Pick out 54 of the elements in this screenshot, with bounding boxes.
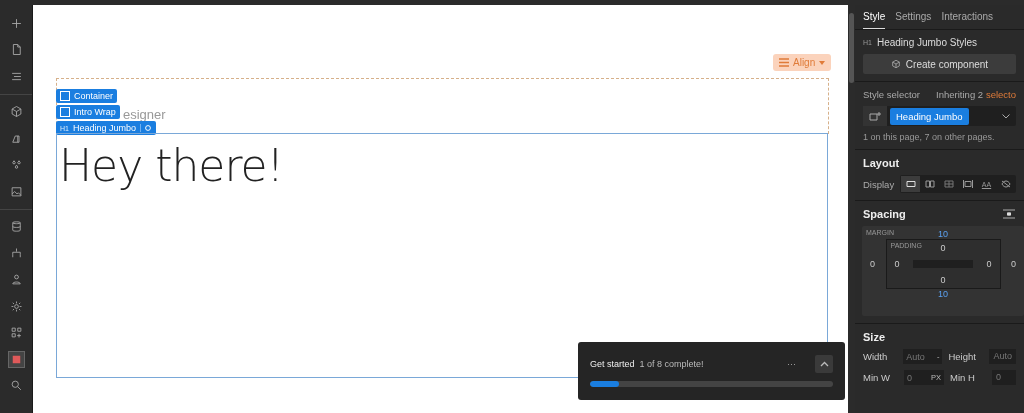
cube-icon	[890, 59, 901, 69]
panel-tab[interactable]: Interactions	[941, 11, 994, 29]
panel-tab[interactable]: Settings	[895, 11, 932, 29]
section-title: Size	[863, 331, 886, 343]
block-icon	[905, 180, 916, 188]
margin-left-value[interactable]: 0	[870, 259, 875, 269]
selector-field[interactable]: Heading Jumbo	[863, 106, 1016, 126]
scrollbar[interactable]	[849, 13, 854, 83]
grid-icon	[943, 180, 954, 188]
heading-text: Hey there!	[59, 140, 285, 191]
padding-right-value[interactable]: 0	[986, 259, 992, 269]
element-label[interactable]: Container	[56, 89, 118, 103]
size-label: Min H	[949, 372, 976, 383]
size-label: Width	[863, 351, 889, 362]
padding-left-value[interactable]: 0	[894, 259, 900, 269]
style-selector-label: Style selector	[863, 89, 921, 100]
none-icon	[1000, 180, 1011, 188]
onboarding-title: Get started	[590, 359, 635, 369]
panel-tab[interactable]: Style	[863, 11, 886, 29]
size-field[interactable]: Auto	[989, 349, 1016, 364]
section-title: Layout	[863, 157, 901, 169]
display-block-button[interactable]	[901, 176, 920, 192]
flex-icon	[924, 180, 935, 188]
progress-text: 1 of 8 complete!	[639, 359, 705, 369]
collapse-button[interactable]	[815, 355, 833, 373]
inline-block-icon	[962, 180, 973, 188]
size-label: Min W	[863, 372, 891, 383]
subtitle-text: esigner	[123, 107, 166, 122]
margin-right-value[interactable]: 0	[1011, 259, 1016, 269]
caret-icon	[1002, 113, 1010, 119]
selectors-link[interactable]: selecto	[985, 89, 1016, 100]
element-label[interactable]: Intro Wrap	[56, 105, 120, 119]
more-button[interactable]: ···	[781, 358, 802, 370]
margin-bottom-value[interactable]: 10	[938, 289, 948, 299]
apps-icon	[8, 325, 24, 340]
class-chip[interactable]: Heading Jumbo	[890, 107, 969, 125]
padding-bottom-value[interactable]: 0	[940, 275, 946, 285]
display-label: Display	[863, 178, 895, 190]
spacing-preset-icon[interactable]	[1002, 209, 1016, 219]
menu-icon	[779, 58, 789, 67]
record-icon	[7, 350, 25, 368]
size-field[interactable]: 0	[992, 370, 1016, 385]
cube-icon	[8, 104, 24, 119]
section-title: Spacing	[863, 208, 906, 220]
element-icon	[869, 111, 881, 121]
usage-note: 1 on this page, 7 on other pages.	[863, 132, 996, 142]
margin-top-value[interactable]: 10	[938, 229, 948, 239]
padding-top-value[interactable]: 0	[940, 243, 946, 253]
create-component-button[interactable]: Create component	[863, 54, 1016, 74]
size-label: Height	[947, 351, 977, 362]
inheriting-text: Inheriting 2	[936, 89, 984, 100]
caret-icon	[819, 60, 826, 65]
styles-title: Heading Jumbo Styles	[876, 37, 977, 48]
chevron-up-icon	[819, 361, 829, 367]
